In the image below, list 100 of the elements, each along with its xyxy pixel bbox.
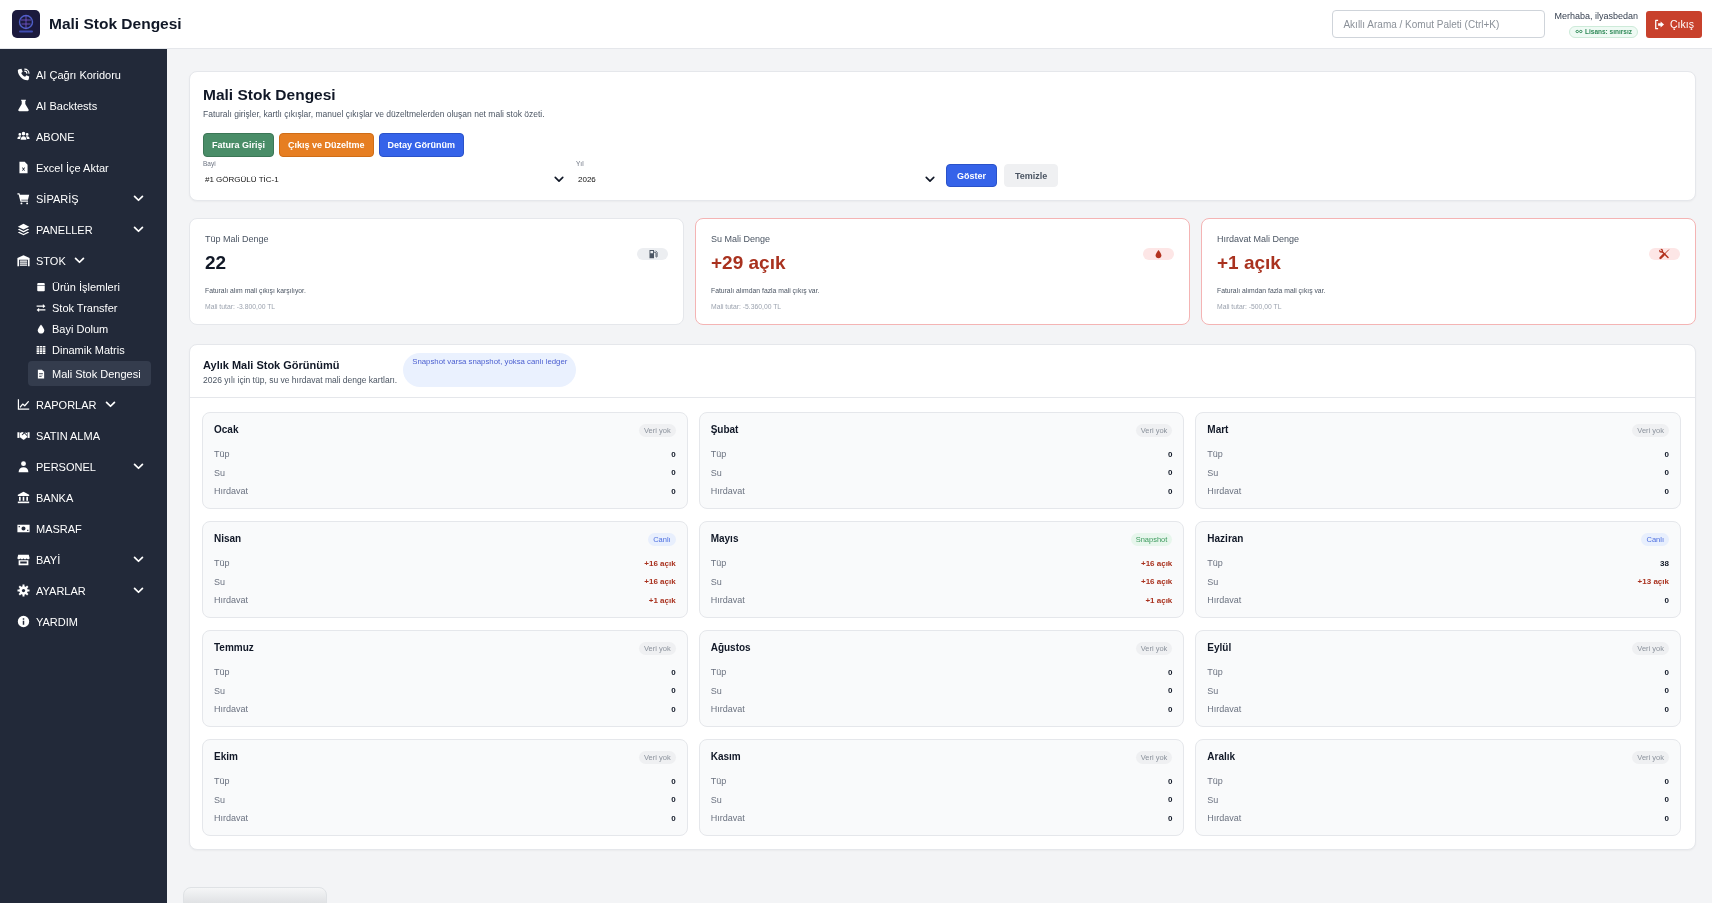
stat-value: +29 açık	[711, 251, 786, 275]
row-label: Tüp	[710, 667, 727, 678]
sidebar-item[interactable]: RAPORLAR	[16, 389, 146, 420]
wrench-screwdriver-icon	[1649, 248, 1680, 260]
sidebar-item[interactable]: BANKA	[16, 482, 146, 513]
row-value: 38	[1660, 558, 1669, 568]
sidebar-item[interactable]: BAYİ	[16, 544, 146, 575]
layers-icon	[17, 223, 30, 236]
sidebar-subitem[interactable]: Ürün İşlemleri	[28, 276, 151, 297]
row-label: Tüp	[214, 776, 230, 787]
month-name: Haziran	[1207, 532, 1244, 546]
sidebar-item[interactable]: AI Backtests	[16, 90, 146, 121]
sidebar-item[interactable]: ABONE	[16, 121, 146, 152]
sidebar-item[interactable]: AYARLAR	[16, 575, 146, 606]
row-label: Tüp	[214, 449, 230, 460]
sidebar-subitem[interactable]: Dinamik Matris	[28, 339, 151, 360]
row-value: 0	[671, 486, 676, 496]
row-label: Hırdavat	[710, 813, 745, 824]
row-label: Hırdavat	[710, 486, 745, 497]
month-name: Kasım	[710, 750, 741, 764]
store-icon	[17, 553, 30, 566]
filter-button[interactable]: Göster	[946, 164, 997, 187]
sidebar-subitem[interactable]: Bayi Dolum	[28, 318, 151, 339]
month-name: Eylül	[1207, 641, 1232, 655]
row-label: Tüp	[1207, 449, 1223, 460]
row-value: 0	[671, 813, 676, 823]
row-label: Tüp	[1207, 558, 1223, 569]
row-label: Su	[710, 685, 722, 696]
sidebar-subitem[interactable]: Mali Stok Dengesi	[28, 361, 151, 386]
row-label: Tüp	[710, 449, 727, 460]
row-value: 0	[1664, 486, 1669, 496]
droplet-icon	[36, 323, 46, 334]
sidebar-subitem[interactable]: Stok Transfer	[28, 297, 151, 318]
row-value: 0	[671, 468, 676, 478]
page-title: Mali Stok Dengesi	[49, 15, 182, 33]
section-title: Aylık Mali Stok Görünümü	[203, 358, 340, 373]
row-label: Tüp	[1207, 667, 1223, 678]
row-label: Su	[1207, 794, 1219, 805]
box-icon	[36, 281, 46, 292]
cart-icon	[17, 192, 30, 205]
infinity-icon	[1575, 29, 1584, 34]
section-subtitle: 2026 yılı için tüp, su ve hırdavat mali denge kartları.	[203, 374, 398, 386]
row-value: 0	[1167, 486, 1173, 496]
select-field[interactable]: 2026	[576, 169, 937, 189]
filter-button[interactable]: Temizle	[1004, 164, 1059, 187]
sidebar-item[interactable]: SİPARİŞ	[16, 183, 146, 214]
row-value: 0	[671, 704, 676, 714]
row-label: Hırdavat	[710, 704, 745, 715]
sidebar-item[interactable]: SATIN ALMA	[16, 420, 146, 451]
row-label: Tüp	[214, 667, 230, 678]
row-value: 0	[671, 776, 676, 786]
month-name: Temmuz	[214, 641, 254, 655]
sidebar-item[interactable]: AI Çağrı Koridoru	[16, 59, 146, 90]
row-value: 0	[671, 795, 676, 805]
row-label: Su	[1207, 467, 1219, 478]
document-icon	[17, 161, 30, 174]
chevron-down-icon	[133, 226, 144, 233]
sidebar-item[interactable]: Excel İçe Aktar	[16, 152, 146, 183]
sidebar-item[interactable]: PANELLER	[16, 214, 146, 245]
logout-button[interactable]: Çıkış	[1646, 10, 1702, 38]
row-value: +16 açık	[1140, 558, 1173, 568]
row-label: Su	[710, 794, 722, 805]
row-value: 0	[671, 686, 676, 696]
row-value: +1 açık	[1145, 595, 1173, 605]
sidebar-item[interactable]: PERSONEL	[16, 451, 146, 482]
row-value: +1 açık	[648, 595, 676, 605]
row-label: Hırdavat	[1207, 486, 1242, 497]
table-grid-icon	[36, 344, 46, 355]
month-name: Aralık	[1207, 750, 1236, 764]
row-label: Tüp	[1207, 776, 1223, 787]
stat-label: Hırdavat Mali Denge	[1217, 233, 1300, 245]
chevron-down-icon	[73, 257, 85, 264]
sidebar-item[interactable]: MASRAF	[16, 513, 146, 544]
search-field[interactable]: Akıllı Arama / Komut Paleti (Ctrl+K)	[1332, 10, 1546, 38]
row-value: 0	[1664, 686, 1669, 696]
month-name: Ağustos	[710, 641, 751, 655]
app-logo-icon	[12, 10, 40, 38]
panel-title: Mali Stok Dengesi	[203, 85, 336, 105]
chevron-down-icon	[133, 463, 144, 470]
users-icon	[17, 130, 30, 143]
row-label: Hırdavat	[1207, 704, 1242, 715]
row-label: Su	[214, 685, 225, 696]
sidebar-item[interactable]: STOK	[16, 245, 146, 276]
row-value: 0	[1167, 813, 1173, 823]
sidebar-item[interactable]: YARDIM	[16, 606, 146, 637]
month-name: Ocak	[214, 423, 239, 437]
droplet-icon	[1143, 248, 1174, 260]
banknote-icon	[17, 522, 30, 535]
action-button[interactable]: Fatura Girişi	[203, 133, 274, 157]
arrows-exchange-icon	[36, 302, 46, 313]
stat-value: 22	[205, 251, 227, 275]
select-field[interactable]: #1 GÖRGÜLÜ TİC-1	[203, 169, 566, 189]
phone-icon	[17, 68, 30, 81]
user-icon	[17, 460, 30, 473]
flask-icon	[17, 99, 30, 112]
row-label: Su	[710, 467, 722, 478]
action-button[interactable]: Detay Görünüm	[378, 133, 465, 157]
handshake-icon	[17, 429, 30, 442]
row-label: Hırdavat	[214, 813, 248, 824]
row-label: Hırdavat	[214, 704, 248, 715]
